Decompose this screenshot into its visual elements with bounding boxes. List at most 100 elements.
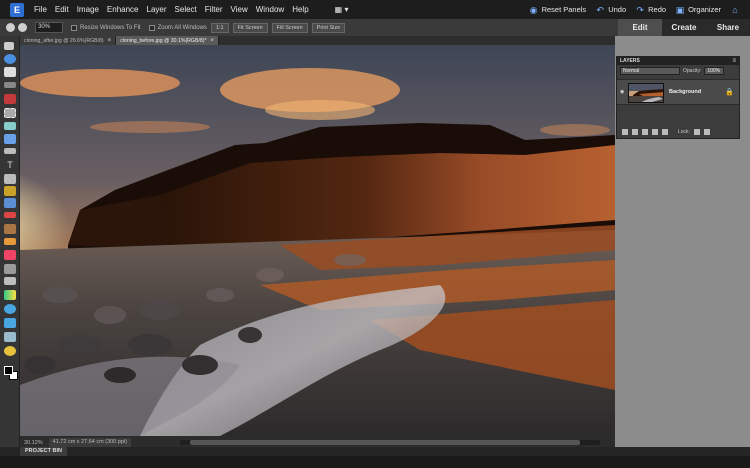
undo-button[interactable]: ↶ Undo <box>595 5 626 15</box>
layers-panel-header[interactable]: LAYERS ≡ <box>617 57 739 65</box>
lock-label: Lock: <box>678 129 690 135</box>
menu-window[interactable]: Window <box>252 5 288 14</box>
eyedropper-tool-icon[interactable] <box>4 82 16 88</box>
gradient-tool-icon[interactable] <box>4 290 16 300</box>
spot-healing-tool-icon[interactable] <box>4 212 16 218</box>
type-tool-icon[interactable]: T <box>4 160 16 170</box>
red-eye-tool-icon[interactable] <box>4 94 16 104</box>
doc-tab-label: cloning_after.jpg @ 26.6%(RGB/8) <box>24 37 104 44</box>
tab-share[interactable]: Share <box>706 19 750 36</box>
cookie-cutter-tool-icon[interactable] <box>4 186 16 196</box>
marquee-tool-icon[interactable] <box>4 108 16 118</box>
crop-tool-icon[interactable] <box>4 174 16 184</box>
adjustment-layer-icon[interactable] <box>642 129 648 135</box>
layer-name[interactable]: Background <box>669 89 701 95</box>
quick-selection-tool-icon[interactable] <box>4 134 16 144</box>
checkbox-box <box>71 24 77 31</box>
workspace-switcher[interactable]: ▦ ▾ <box>331 5 353 14</box>
lock-all-icon[interactable] <box>703 129 710 135</box>
doc-tab-cloning-after[interactable]: cloning_after.jpg @ 26.6%(RGB/8) × <box>20 36 117 45</box>
panel-menu-icon[interactable]: ≡ <box>732 57 736 65</box>
menu-select[interactable]: Select <box>171 5 201 14</box>
straighten-tool-icon[interactable] <box>4 148 16 154</box>
zoom-mode-icons <box>6 23 27 32</box>
close-icon[interactable]: × <box>108 38 112 44</box>
menu-image[interactable]: Image <box>73 5 103 14</box>
menu-filter[interactable]: Filter <box>201 5 227 14</box>
delete-layer-icon[interactable] <box>662 129 668 135</box>
actual-pixels-button[interactable]: 1:1 <box>210 22 229 33</box>
horizontal-scrollbar[interactable] <box>180 440 600 445</box>
layer-mask-icon[interactable] <box>652 129 658 135</box>
doc-tab-cloning-before[interactable]: cloning_before.jpg @ 30.1%(RGB/8)* × <box>116 36 219 45</box>
eraser-tool-icon[interactable] <box>4 250 16 260</box>
zoom-input[interactable]: 30% <box>35 22 63 33</box>
close-icon[interactable]: × <box>210 38 214 44</box>
undo-label: Undo <box>608 5 627 14</box>
checkbox-box <box>148 24 155 31</box>
menu-view[interactable]: View <box>227 5 252 14</box>
zoom-in-icon[interactable] <box>6 23 15 32</box>
recompose-tool-icon[interactable] <box>4 198 16 208</box>
menu-edit[interactable]: Edit <box>51 5 73 14</box>
lock-icon: 🔒 <box>725 89 734 96</box>
menu-file[interactable]: File <box>30 5 51 14</box>
scrollbar-thumb[interactable] <box>190 440 580 445</box>
layer-row-background[interactable]: ◉ Background 🔒 <box>617 79 739 105</box>
brush-tool-icon[interactable] <box>4 238 16 245</box>
foreground-color-swatch[interactable] <box>4 366 13 375</box>
organizer-icon: ▣ <box>675 4 685 15</box>
toolbox: T <box>0 36 20 456</box>
move-tool-icon[interactable] <box>4 42 14 50</box>
visibility-eye-icon[interactable]: ◉ <box>620 89 626 95</box>
opacity-input[interactable]: 100% <box>704 66 725 75</box>
bottom-strip <box>0 456 750 468</box>
lasso-tool-icon[interactable] <box>4 122 16 130</box>
tab-create[interactable]: Create <box>662 19 706 36</box>
status-zoom: 30.12% <box>24 439 43 446</box>
organizer-label: Organizer <box>688 5 721 14</box>
reset-panels-label: Reset Panels <box>541 5 587 14</box>
menu-help[interactable]: Help <box>288 5 312 14</box>
print-size-button[interactable]: Print Size <box>311 22 346 33</box>
blur-tool-icon[interactable] <box>4 318 16 328</box>
new-group-icon[interactable] <box>632 129 638 135</box>
zoom-all-checkbox[interactable]: Zoom All Windows <box>148 24 207 31</box>
menu-enhance[interactable]: Enhance <box>103 5 143 14</box>
reset-panels-icon: ◉ <box>529 4 538 15</box>
clone-stamp-tool-icon[interactable] <box>4 224 16 234</box>
new-layer-icon[interactable] <box>622 129 628 135</box>
zoom-out-icon[interactable] <box>18 23 27 32</box>
layer-thumbnail <box>628 83 664 103</box>
menu-layer[interactable]: Layer <box>143 5 171 14</box>
layers-panel-footer: Lock: <box>617 126 739 138</box>
tab-edit[interactable]: Edit <box>618 19 662 36</box>
app-logo-icon: E <box>10 2 24 17</box>
fit-screen-button[interactable]: Fit Screen <box>232 22 268 33</box>
organizer-button[interactable]: ▣ Organizer <box>675 5 721 15</box>
layer-controls: Normal Opacity: 100% <box>617 65 739 76</box>
lock-transparency-icon[interactable] <box>693 129 700 135</box>
resize-windows-label: Resize Windows To Fit <box>80 24 141 31</box>
reset-panels-button[interactable]: ◉ Reset Panels <box>529 5 587 15</box>
image-canvas[interactable] <box>20 45 615 436</box>
smart-brush-tool-icon[interactable] <box>4 264 16 274</box>
zoom-all-label: Zoom All Windows <box>157 24 207 31</box>
menu-bar: E File Edit Image Enhance Layer Select F… <box>0 0 750 19</box>
paint-bucket-tool-icon[interactable] <box>4 277 16 285</box>
hand-tool-icon[interactable] <box>4 67 16 77</box>
document-tabs: cloning_after.jpg @ 26.6%(RGB/8) × cloni… <box>20 36 615 45</box>
redo-button[interactable]: ↷ Redo <box>635 5 666 15</box>
resize-windows-checkbox[interactable]: Resize Windows To Fit <box>71 24 141 31</box>
status-dimensions[interactable]: 41.72 cm x 27.64 cm (300 ppi) <box>48 438 131 447</box>
fill-screen-button[interactable]: Fill Screen <box>271 22 308 33</box>
color-replacement-tool-icon[interactable] <box>4 346 16 356</box>
project-bin-tab[interactable]: PROJECT BIN <box>20 447 67 456</box>
project-bin-bar: PROJECT BIN <box>0 447 750 456</box>
sponge-tool-icon[interactable] <box>4 332 16 342</box>
home-button[interactable]: ⌂ <box>730 5 740 15</box>
blend-mode-select[interactable]: Normal <box>620 66 680 75</box>
shape-tool-icon[interactable] <box>4 304 16 314</box>
zoom-tool-icon[interactable] <box>4 54 16 64</box>
landscape-photo <box>20 45 615 436</box>
